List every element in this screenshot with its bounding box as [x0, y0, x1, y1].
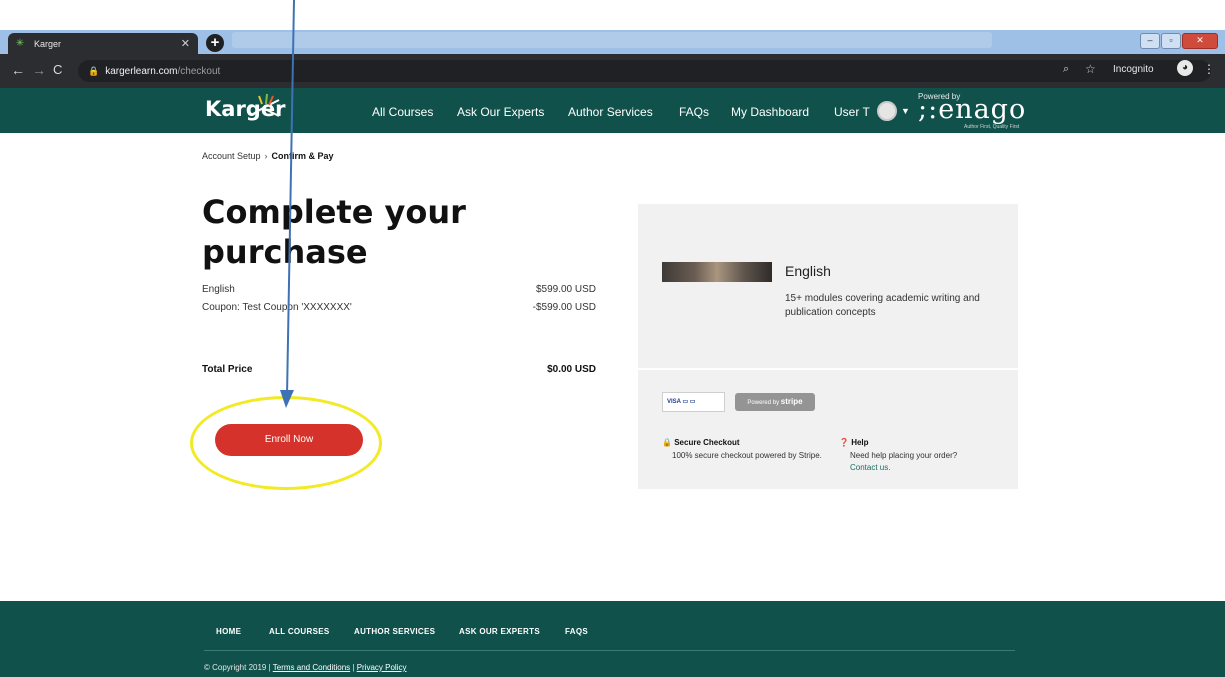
karger-favicon-icon: ✳ [15, 37, 25, 49]
question-circle-icon: ❓ [839, 438, 849, 447]
total-price-row: Total Price $0.00 USD [202, 364, 596, 375]
footer-link-home[interactable]: HOME [216, 627, 241, 636]
total-price-amount: $0.00 USD [547, 364, 596, 375]
total-price-label: Total Price [202, 364, 253, 375]
nav-all-courses[interactable]: All Courses [372, 105, 433, 119]
line-item-label: English [202, 284, 235, 295]
annotation-arrow-head [280, 390, 294, 408]
secure-checkout-heading: Secure Checkout [674, 438, 740, 447]
enroll-now-button[interactable]: Enroll Now [215, 424, 363, 456]
course-name: English [785, 263, 831, 279]
url-host: kargerlearn.com [105, 66, 178, 77]
stripe-prefix: Powered by [747, 400, 780, 406]
site-header: Karger All Courses Ask Our Experts Autho… [0, 88, 1225, 133]
footer-link-all-courses[interactable]: ALL COURSES [269, 627, 330, 636]
help-heading: Help [851, 438, 869, 447]
browser-menu-icon[interactable]: ⋮ [1203, 62, 1215, 76]
stripe-brand: stripe [780, 397, 803, 406]
footer-separator: | [352, 663, 355, 672]
nav-my-dashboard[interactable]: My Dashboard [731, 105, 809, 119]
footer-link-ask-our-experts[interactable]: ASK OUR EXPERTS [459, 627, 540, 636]
help-text: Need help placing your order? Contact us… [850, 450, 1000, 474]
order-summary-panel: English 15+ modules covering academic wr… [638, 204, 1018, 489]
enago-logo[interactable]: ;:enago [918, 94, 1026, 125]
course-thumbnail [662, 262, 772, 282]
order-line-item: English $599.00 USD [202, 284, 596, 295]
summary-divider [638, 368, 1018, 370]
user-menu-label[interactable]: User T [834, 105, 870, 119]
privacy-link[interactable]: Privacy Policy [357, 663, 407, 672]
zoom-icon[interactable]: ⌕ [1063, 63, 1069, 76]
bookmark-star-icon[interactable]: ☆ [1085, 62, 1096, 76]
coupon-label: Coupon: Test Coupon 'XXXXXXX' [202, 302, 352, 313]
breadcrumb: Account Setup › Confirm & Pay [202, 151, 334, 161]
terms-link[interactable]: Terms and Conditions [273, 663, 350, 672]
window-maximize-icon[interactable]: ▫ [1161, 33, 1181, 49]
avatar[interactable] [877, 101, 897, 121]
nav-ask-our-experts[interactable]: Ask Our Experts [457, 105, 544, 119]
breadcrumb-confirm-pay: Confirm & Pay [271, 151, 334, 161]
footer-divider [204, 650, 1015, 651]
incognito-icon[interactable]: ◕ [1177, 60, 1193, 76]
help-title: ❓ Help [839, 438, 869, 447]
site-footer: HOME ALL COURSES AUTHOR SERVICES ASK OUR… [0, 601, 1225, 677]
url-path: /checkout [177, 66, 221, 77]
incognito-label: Incognito [1113, 64, 1154, 75]
karger-logo-mark-icon [252, 93, 280, 117]
secure-checkout-title: 🔒 Secure Checkout [662, 438, 740, 447]
tab-close-icon[interactable]: ✕ [181, 37, 190, 50]
footer-link-faqs[interactable]: FAQS [565, 627, 588, 636]
card-brands-badge: VISA ▭ ▭ [662, 392, 725, 412]
browser-tab-strip: ✳ Karger ✕ + – ▫ ✕ [0, 30, 1225, 54]
back-arrow-icon[interactable]: ← [11, 62, 25, 78]
breadcrumb-account-setup[interactable]: Account Setup [202, 151, 261, 161]
footer-link-author-services[interactable]: AUTHOR SERVICES [354, 627, 435, 636]
breadcrumb-separator-icon: › [264, 151, 268, 161]
nav-faqs[interactable]: FAQs [679, 105, 709, 119]
copyright: © Copyright 2019 | Terms and Conditions … [204, 663, 406, 672]
reload-icon[interactable]: C [53, 62, 62, 77]
window-minimize-icon[interactable]: – [1140, 33, 1160, 49]
lock-icon: 🔒 [662, 438, 672, 447]
taskbar-background [232, 32, 992, 48]
visa-label: VISA [667, 399, 681, 405]
enago-tagline: Author First, Quality First [964, 124, 1020, 130]
coupon-amount: -$599.00 USD [532, 302, 596, 313]
nav-author-services[interactable]: Author Services [568, 105, 653, 119]
browser-toolbar: ← → C 🔒 kargerlearn.com/checkout ⌕ ☆ Inco… [0, 54, 1225, 88]
tab-title: Karger [34, 38, 62, 49]
page-title: Complete your purchase [202, 193, 466, 271]
address-bar[interactable]: 🔒 kargerlearn.com/checkout [78, 60, 1211, 82]
secure-checkout-text: 100% secure checkout powered by Stripe. [672, 451, 822, 460]
powered-by-stripe-badge: Powered by stripe [735, 393, 815, 411]
enago-logo-text: enago [938, 94, 1027, 125]
lock-icon: 🔒 [88, 66, 100, 76]
copyright-text: © Copyright 2019 | [204, 663, 271, 672]
course-description: 15+ modules covering academic writing an… [785, 293, 980, 318]
browser-tab[interactable]: ✳ Karger ✕ [8, 33, 198, 54]
credit-card-icon: ▭ ▭ [682, 399, 696, 405]
enago-mark-icon: ;: [918, 94, 939, 125]
coupon-line-item: Coupon: Test Coupon 'XXXXXXX' -$599.00 U… [202, 302, 596, 313]
line-item-amount: $599.00 USD [535, 284, 596, 295]
forward-arrow-icon[interactable]: → [32, 62, 46, 78]
help-description: Need help placing your order? [850, 451, 958, 460]
screenshot-root: ✳ Karger ✕ + – ▫ ✕ ← → C 🔒 kargerlearn.co… [0, 0, 1225, 677]
new-tab-icon[interactable]: + [206, 34, 224, 52]
contact-us-link[interactable]: Contact us. [850, 462, 1000, 474]
chevron-down-icon[interactable]: ▼ [901, 106, 910, 116]
window-close-icon[interactable]: ✕ [1182, 33, 1218, 49]
